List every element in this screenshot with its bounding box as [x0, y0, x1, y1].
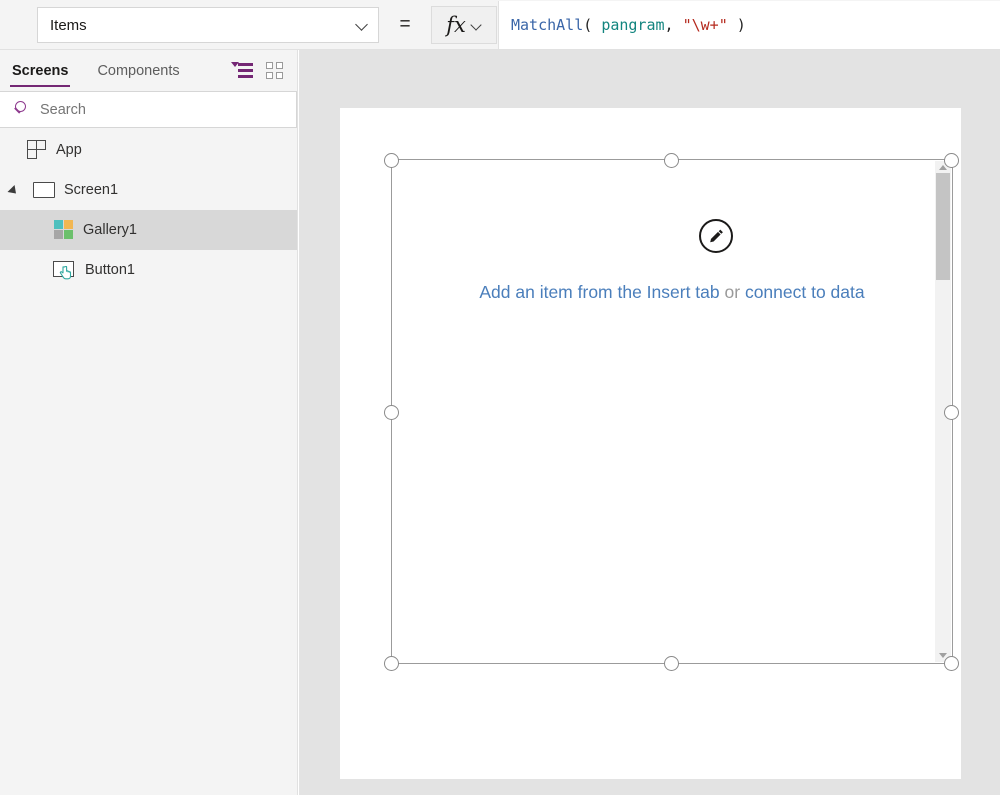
empty-message-separator: or	[719, 282, 745, 302]
tab-components-label: Components	[97, 62, 180, 79]
tab-screens-label: Screens	[12, 62, 69, 79]
formula-token-string: "\w+"	[682, 16, 728, 34]
formula-token-comma: ,	[664, 16, 683, 34]
selection-handle-middle-left[interactable]	[384, 405, 399, 420]
canvas-area: Add an item from the Insert tab or conne…	[299, 50, 1000, 795]
gallery-control[interactable]: Add an item from the Insert tab or conne…	[391, 159, 953, 664]
gallery-scrollbar-thumb[interactable]	[936, 173, 950, 280]
gallery-edit-badge[interactable]	[699, 219, 733, 253]
property-selector[interactable]: Items	[37, 7, 379, 43]
pencil-edit-icon	[709, 229, 723, 242]
tree-item-button1-label: Button1	[85, 262, 135, 278]
equals-sign: =	[399, 14, 411, 35]
formula-token-identifier: pangram	[601, 16, 665, 34]
selection-handle-middle-right[interactable]	[944, 405, 959, 420]
tree-item-screen1[interactable]: Screen1	[0, 170, 297, 210]
tree-item-gallery1-label: Gallery1	[83, 222, 137, 238]
gallery-empty-message: Add an item from the Insert tab or conne…	[392, 282, 952, 303]
tree-item-app[interactable]: App	[0, 130, 297, 170]
selection-handle-top-right[interactable]	[944, 153, 959, 168]
fx-label: fx	[446, 12, 466, 37]
tree-item-button1[interactable]: Button1	[0, 250, 297, 290]
powerapps-studio: Items = fx MatchAll( pangram, "\w+" ) Sc…	[0, 0, 1000, 795]
formula-input[interactable]: MatchAll( pangram, "\w+" )	[498, 1, 1000, 49]
search-box[interactable]	[0, 91, 297, 128]
tree-item-gallery1[interactable]: Gallery1	[0, 210, 297, 250]
selection-handle-bottom-center[interactable]	[664, 656, 679, 671]
app-icon	[27, 140, 47, 160]
selection-handle-bottom-right[interactable]	[944, 656, 959, 671]
formula-bar: Items = fx MatchAll( pangram, "\w+" )	[0, 0, 1000, 50]
app-screen-canvas[interactable]: Add an item from the Insert tab or conne…	[340, 108, 961, 779]
left-navigation-panel: Screens Components Search App Screen1 Ga…	[0, 50, 298, 795]
search-input[interactable]	[40, 101, 296, 118]
formula-token-open-paren: (	[583, 16, 602, 34]
tab-components[interactable]: Components	[95, 50, 181, 91]
connect-to-data-link[interactable]: connect to data	[745, 282, 865, 302]
property-selector-label: Items	[50, 16, 87, 34]
formula-token-function: MatchAll	[511, 16, 584, 34]
tree-item-app-label: App	[56, 142, 82, 158]
insert-item-link[interactable]: Add an item from the Insert tab	[479, 282, 719, 302]
search-icon	[12, 100, 38, 120]
screen-icon	[33, 182, 55, 198]
selection-handle-bottom-left[interactable]	[384, 656, 399, 671]
fx-button[interactable]: fx	[431, 6, 497, 44]
selection-handle-top-left[interactable]	[384, 153, 399, 168]
tree-item-screen1-label: Screen1	[64, 182, 119, 198]
chevron-down-icon	[471, 20, 482, 31]
expand-collapse-icon[interactable]	[7, 184, 20, 198]
button-icon	[53, 260, 76, 280]
screens-tree: App Screen1 Gallery1 Button1	[0, 130, 297, 290]
selection-handle-top-center[interactable]	[664, 153, 679, 168]
tree-list-icon[interactable]	[231, 62, 253, 80]
tab-screens[interactable]: Screens	[10, 50, 71, 91]
chevron-down-icon	[356, 19, 368, 31]
grid-view-icon[interactable]	[266, 62, 285, 81]
gallery-icon	[54, 220, 74, 240]
hand-cursor-icon	[59, 266, 72, 280]
formula-token-close-paren: )	[727, 16, 746, 34]
